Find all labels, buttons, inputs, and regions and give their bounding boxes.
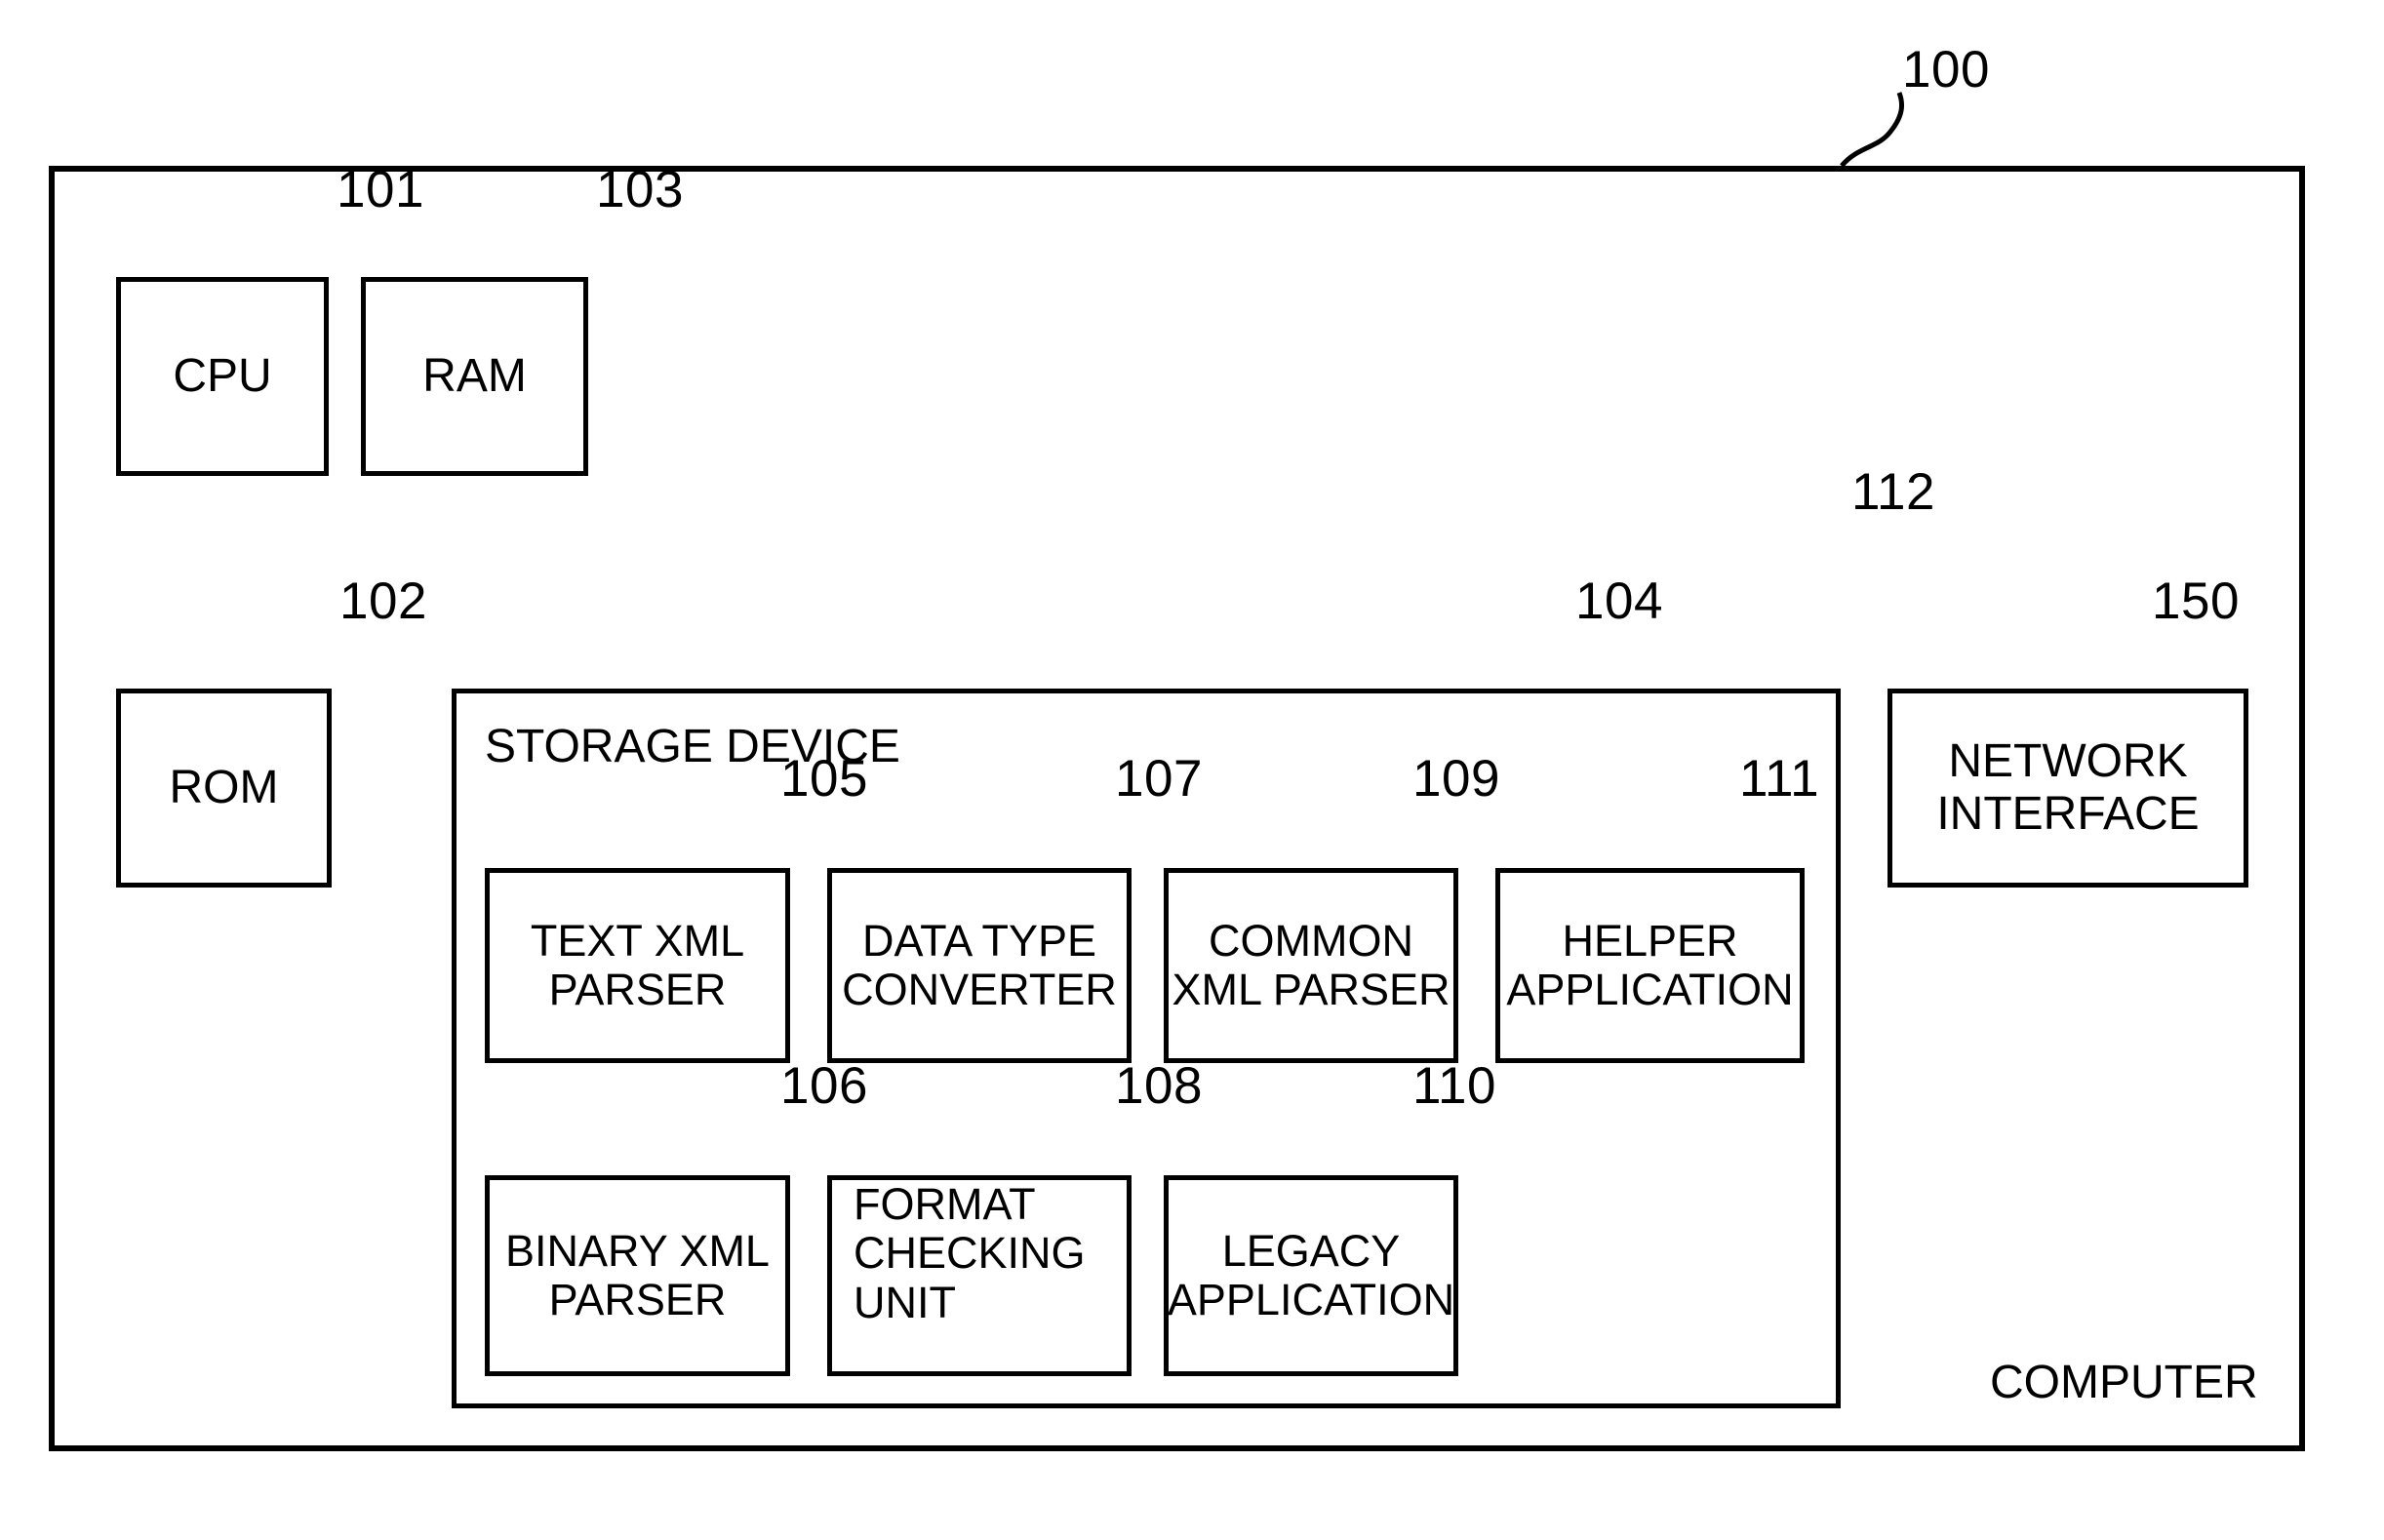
ref-number-106: 106: [780, 1057, 868, 1115]
ram-box: RAM: [361, 277, 588, 476]
cpu-label: CPU: [173, 350, 272, 403]
ref-number-105: 105: [780, 750, 868, 808]
format-checking-unit-label-line1: FORMAT: [854, 1179, 1036, 1229]
common-xml-parser-label-line1: COMMON: [1209, 915, 1413, 966]
common-xml-parser-label-line2: XML PARSER: [1172, 965, 1450, 1014]
network-interface-label-line2: INTERFACE: [1936, 788, 2200, 840]
helper-application-label-line2: APPLICATION: [1506, 965, 1794, 1014]
text-xml-parser-label-line1: TEXT XML: [530, 915, 745, 966]
binary-xml-parser-label-line2: PARSER: [548, 1275, 727, 1324]
diagram-canvas: 100 COMPUTER CPU 101 RAM 103 ROM 102 112…: [0, 0, 2384, 1540]
common-xml-parser-box: COMMON XML PARSER: [1164, 868, 1458, 1063]
binary-xml-parser-box: BINARY XML PARSER: [485, 1175, 790, 1376]
ref-number-109: 109: [1412, 750, 1500, 808]
text-xml-parser-box: TEXT XML PARSER: [485, 868, 790, 1063]
helper-application-box: HELPER APPLICATION: [1495, 868, 1805, 1063]
binary-xml-parser-label-line1: BINARY XML: [505, 1225, 770, 1276]
ref-number-101: 101: [337, 161, 424, 218]
ref-number-107: 107: [1115, 750, 1203, 808]
computer-label: COMPUTER: [1990, 1357, 2258, 1408]
ref-number-103: 103: [596, 161, 684, 218]
network-interface-label-line1: NETWORK: [1948, 735, 2188, 788]
legacy-application-box: LEGACY APPLICATION: [1164, 1175, 1458, 1376]
data-type-converter-label-line2: CONVERTER: [842, 965, 1117, 1014]
rom-label: ROM: [169, 762, 279, 814]
legacy-application-label-line2: APPLICATION: [1167, 1275, 1455, 1324]
rom-box: ROM: [116, 689, 332, 888]
ref-number-110: 110: [1412, 1057, 1496, 1115]
ram-label: RAM: [422, 350, 527, 403]
ref-number-104: 104: [1575, 573, 1663, 630]
ref-number-111: 111: [1739, 750, 1820, 808]
cpu-box: CPU: [116, 277, 329, 476]
ref-number-150: 150: [2152, 573, 2240, 630]
ref-number-102: 102: [339, 573, 427, 630]
format-checking-unit-label-line2: CHECKING: [854, 1228, 1086, 1279]
legacy-application-label-line1: LEGACY: [1221, 1225, 1401, 1276]
text-xml-parser-label-line2: PARSER: [548, 965, 727, 1014]
data-type-converter-label-line1: DATA TYPE: [861, 915, 1097, 966]
leader-100: [1840, 92, 1905, 168]
ref-number-112: 112: [1851, 463, 1935, 521]
format-checking-unit-label-line3: UNIT: [854, 1277, 956, 1327]
ref-number-108: 108: [1115, 1057, 1203, 1115]
data-type-converter-box: DATA TYPE CONVERTER: [827, 868, 1132, 1063]
ref-number-100: 100: [1902, 41, 1990, 99]
format-checking-unit-box: FORMAT CHECKING UNIT: [827, 1175, 1132, 1376]
helper-application-label-line1: HELPER: [1562, 915, 1738, 966]
network-interface-box: NETWORK INTERFACE: [1887, 689, 2248, 888]
